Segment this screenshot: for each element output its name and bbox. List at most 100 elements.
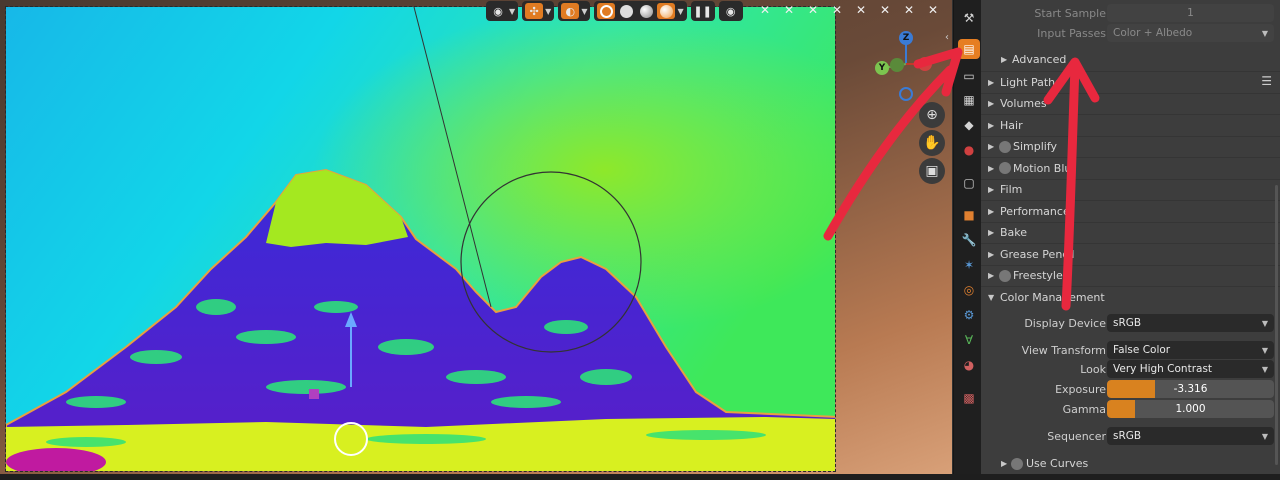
expand-arrow-icon: ▶: [988, 249, 995, 259]
pause-render-button[interactable]: ❚❚: [690, 1, 715, 21]
gizmo-z-axis[interactable]: Z: [899, 31, 913, 45]
material-tab-icon[interactable]: ◕: [958, 355, 980, 375]
gizmo-y-axis[interactable]: Y: [875, 61, 889, 75]
eye-icon: ◉: [725, 4, 736, 18]
color-management-title: Color Management: [1000, 290, 1105, 304]
panel-section[interactable]: ▶ Light Paths: [981, 71, 1280, 92]
constraints-tab-icon[interactable]: ⚙: [958, 305, 980, 325]
object-tab-icon[interactable]: ■: [958, 205, 980, 225]
3d-viewport[interactable]: ◉▼ ✣▼ ◐▼ ▼ ❚❚ ◉ ✕ ✕ ✕ ✕ ✕ ✕ ✕ ✕ ‹ Z Y: [0, 0, 952, 474]
camera-view-icon[interactable]: ▣: [919, 158, 945, 184]
gamma-row: Gamma 1.000: [981, 399, 1280, 419]
modifier-tab-icon[interactable]: 🔧: [958, 230, 980, 250]
start-sample-row: Start Sample 1: [981, 3, 1280, 23]
display-device-dropdown[interactable]: sRGB ▼: [1107, 314, 1274, 332]
data-tab-icon[interactable]: ∀: [958, 330, 980, 350]
section-title: Volumes: [1000, 97, 1047, 110]
shading-material[interactable]: [637, 3, 655, 19]
input-passes-dropdown[interactable]: Color + Albedo ▼: [1107, 24, 1274, 42]
pan-hand-icon[interactable]: ✋: [919, 130, 945, 156]
close-icon: ✕: [904, 3, 915, 17]
exposure-slider[interactable]: -3.316: [1107, 380, 1274, 398]
navigation-gizmo[interactable]: Z Y: [862, 24, 942, 108]
close-icon: ✕: [808, 3, 819, 17]
use-curves-checkbox[interactable]: [1011, 457, 1023, 470]
panel-section[interactable]: ▶ Bake: [981, 221, 1280, 243]
render-preview: [5, 6, 836, 472]
input-passes-row: Input Passes Color + Albedo ▼: [981, 23, 1280, 43]
panel-section[interactable]: ▶ Freestyle: [981, 264, 1280, 286]
exposure-row: Exposure -3.316: [981, 379, 1280, 399]
look-row: Look Very High Contrast ▼: [981, 359, 1280, 379]
gizmo-icon: ✣: [525, 3, 544, 19]
gamma-slider[interactable]: 1.000: [1107, 400, 1274, 418]
panel-section[interactable]: ▶ Grease Pencil: [981, 243, 1280, 264]
gizmo-neg-y[interactable]: [890, 58, 904, 72]
color-management-panel[interactable]: ▼ Color Management: [981, 286, 1280, 307]
advanced-subpanel[interactable]: ▶ Advanced: [981, 49, 1280, 70]
section-title: Bake: [1000, 226, 1028, 239]
collapse-chevron-icon[interactable]: ‹: [945, 32, 949, 43]
shading-wireframe[interactable]: [597, 3, 616, 19]
exposure-label: Exposure: [1055, 382, 1106, 396]
physics-tab-icon[interactable]: ◎: [958, 280, 980, 300]
panel-section[interactable]: ▶ Simplify: [981, 135, 1280, 157]
panel-section[interactable]: ▶ Film: [981, 178, 1280, 200]
expand-arrow-icon: ▶: [988, 228, 995, 237]
start-sample-label: Start Sample: [1034, 6, 1106, 20]
display-device-row: Display Device sRGB ▼: [981, 313, 1280, 333]
scene-tab-icon[interactable]: ◆: [958, 115, 980, 135]
zoom-icon[interactable]: ⊕: [919, 102, 945, 128]
visibility-icon: ◉: [493, 4, 503, 18]
close-icon: ✕: [784, 3, 795, 17]
look-value: Very High Contrast: [1113, 363, 1213, 375]
use-curves-subpanel[interactable]: ▶ Use Curves: [981, 453, 1280, 474]
view-layer-toggle[interactable]: ◉: [718, 1, 743, 21]
collection-tab-icon[interactable]: ▢: [958, 173, 980, 193]
collapse-arrow-icon: ▼: [988, 292, 995, 302]
status-bar: [0, 474, 1280, 480]
panel-section[interactable]: ▶ Performance: [981, 200, 1280, 221]
render-tab-icon[interactable]: ▤: [958, 39, 980, 59]
visibility-dropdown[interactable]: ◉ ▼: [486, 1, 519, 21]
overlay-toggle[interactable]: ◐ ▼: [558, 1, 591, 21]
close-icon: ✕: [880, 3, 891, 17]
world-tab-icon[interactable]: ●: [958, 140, 980, 160]
gamma-label: Gamma: [1062, 402, 1106, 416]
shading-solid[interactable]: [617, 3, 635, 19]
section-title: Motion Blur: [1013, 161, 1076, 175]
section-toggle-checkbox[interactable]: [999, 269, 1011, 282]
section-toggle-checkbox[interactable]: [999, 162, 1011, 174]
expand-arrow-icon: ▶: [1001, 459, 1008, 468]
shading-rendered[interactable]: [657, 3, 676, 19]
expand-arrow-icon: ▶: [1001, 55, 1008, 64]
section-toggle-checkbox[interactable]: [999, 140, 1011, 153]
panel-section[interactable]: ▶ Motion Blur: [981, 157, 1280, 178]
output-tab-icon[interactable]: ▭: [958, 66, 980, 86]
view-layer-tab-icon[interactable]: ▦: [958, 90, 980, 110]
look-dropdown[interactable]: Very High Contrast ▼: [1107, 360, 1274, 378]
gamma-value: 1.000: [1175, 403, 1206, 415]
expand-arrow-icon: ▶: [988, 142, 995, 151]
display-device-value: sRGB: [1113, 317, 1142, 329]
section-title: Grease Pencil: [1000, 247, 1075, 261]
view-transform-dropdown[interactable]: False Color ▼: [1107, 341, 1274, 359]
gizmo-x-axis[interactable]: [918, 57, 932, 71]
start-sample-field[interactable]: 1: [1107, 4, 1274, 22]
exposure-value: -3.316: [1173, 383, 1208, 395]
panel-section[interactable]: ▶ Hair: [981, 114, 1280, 135]
list-options-icon[interactable]: ☰: [1261, 74, 1272, 88]
section-title: Performance: [1000, 204, 1070, 218]
panel-scrollbar[interactable]: [1275, 185, 1278, 465]
particles-tab-icon[interactable]: ✶: [958, 255, 980, 275]
gizmo-toggle[interactable]: ✣ ▼: [522, 1, 555, 21]
expand-arrow-icon: ▶: [988, 99, 995, 108]
texture-tab-icon[interactable]: ▩: [958, 388, 980, 408]
viewport-header: ◉ ▼ ✣ ▼ ◐ ▼ ▼ ❚❚ ◉: [486, 1, 743, 21]
sequencer-dropdown[interactable]: sRGB ▼: [1107, 427, 1274, 445]
advanced-title: Advanced: [1012, 53, 1067, 66]
use-curves-title: Use Curves: [1026, 457, 1089, 470]
expand-arrow-icon: ▶: [988, 163, 995, 173]
tool-tab-icon[interactable]: ⚒: [958, 8, 980, 28]
panel-section[interactable]: ▶ Volumes: [981, 92, 1280, 114]
